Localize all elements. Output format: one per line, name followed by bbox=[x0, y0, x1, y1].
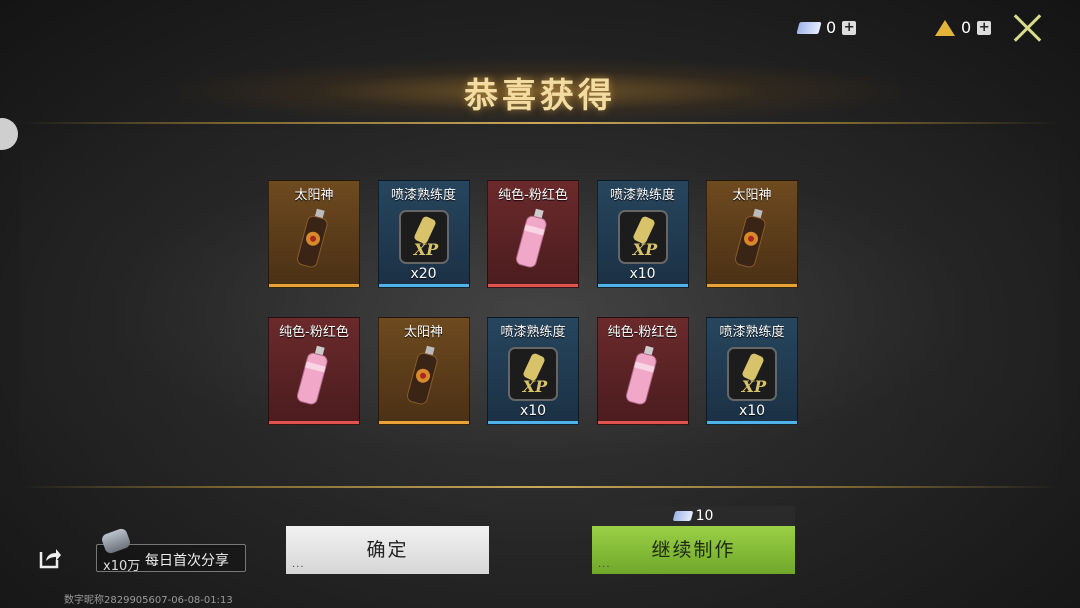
share-icon[interactable] bbox=[38, 546, 62, 570]
reward-qty: x20 bbox=[410, 266, 437, 282]
ticket-count: 0 bbox=[826, 18, 837, 37]
reward-qty: x10 bbox=[738, 403, 766, 419]
rarity-bar bbox=[378, 284, 469, 287]
svg-text:XP: XP bbox=[522, 377, 548, 396]
rarity-bar bbox=[597, 421, 688, 424]
daily-share-button[interactable]: x10万 每日首次分享 bbox=[96, 527, 246, 574]
add-ticket-button[interactable]: + bbox=[842, 20, 857, 35]
reward-name: 喷漆熟练度 bbox=[719, 325, 785, 340]
reward-card[interactable]: 喷漆熟练度 XP x10 bbox=[706, 317, 798, 425]
footer-note: 数字昵称2829905607-06-08-01:13 bbox=[64, 595, 233, 606]
reward-card[interactable]: 纯色-粉红色 bbox=[596, 317, 689, 425]
reward-card[interactable]: 纯色-粉红色 bbox=[487, 180, 579, 288]
confirm-dots: ... bbox=[292, 559, 305, 570]
rarity-bar bbox=[488, 284, 578, 287]
ticket-currency: 0 + bbox=[796, 18, 857, 37]
reward-card[interactable]: 太阳神 bbox=[268, 180, 360, 288]
rarity-bar bbox=[597, 284, 688, 287]
spray-can-icon bbox=[289, 207, 339, 275]
reward-qty: x10 bbox=[629, 266, 656, 282]
ticket-icon bbox=[796, 21, 822, 34]
reward-name: 纯色-粉红色 bbox=[498, 188, 568, 203]
reward-card[interactable]: 太阳神 bbox=[706, 180, 798, 288]
spray-can-icon bbox=[508, 207, 558, 275]
reward-card[interactable]: 纯色-粉红色 bbox=[268, 317, 360, 425]
reward-name: 纯色-粉红色 bbox=[607, 325, 678, 340]
spray-can-icon bbox=[289, 344, 339, 412]
spray-can-icon bbox=[100, 527, 132, 555]
reward-card[interactable]: 太阳神 bbox=[377, 317, 470, 425]
reward-name: 喷漆熟练度 bbox=[609, 188, 675, 203]
reward-name: 喷漆熟练度 bbox=[500, 325, 566, 340]
add-gold-button[interactable]: + bbox=[977, 20, 992, 35]
rarity-bar bbox=[707, 284, 797, 287]
share-amount: x10万 bbox=[103, 559, 141, 574]
continue-label: 继续制作 bbox=[651, 539, 736, 561]
continue-cost-value: 10 bbox=[695, 508, 714, 524]
xp-icon: XP bbox=[613, 207, 673, 271]
gold-count: 0 bbox=[961, 18, 972, 37]
rarity-bar bbox=[378, 421, 469, 424]
spray-can-icon bbox=[399, 344, 449, 412]
reward-card[interactable]: 喷漆熟练度 XP x20 bbox=[377, 180, 470, 288]
divider-top bbox=[20, 122, 1060, 124]
continue-cost: 10 bbox=[592, 506, 795, 526]
reward-name: 太阳神 bbox=[732, 188, 772, 203]
page-title: 恭喜获得 bbox=[464, 76, 616, 116]
continue-craft-button[interactable]: 继续制作 ... bbox=[592, 526, 795, 574]
reward-card[interactable]: 喷漆熟练度 XP x10 bbox=[596, 180, 689, 288]
svg-text:XP: XP bbox=[741, 377, 767, 396]
close-icon[interactable] bbox=[1012, 12, 1044, 44]
divider-bottom bbox=[20, 486, 1060, 488]
ticket-icon bbox=[672, 511, 693, 521]
top-bar: 0 + 0 + bbox=[0, 0, 1080, 60]
svg-text:XP: XP bbox=[631, 240, 657, 259]
continue-dots: ... bbox=[598, 559, 611, 570]
rarity-bar bbox=[707, 421, 797, 424]
spray-can-icon bbox=[727, 207, 777, 275]
reward-card[interactable]: 喷漆熟练度 XP x10 bbox=[487, 317, 579, 425]
confirm-label: 确定 bbox=[366, 539, 409, 561]
rarity-bar bbox=[269, 421, 359, 424]
svg-text:XP: XP bbox=[412, 240, 438, 259]
gold-currency: 0 + bbox=[935, 18, 992, 37]
rarity-bar bbox=[269, 284, 359, 287]
xp-icon: XP bbox=[394, 207, 454, 271]
xp-icon: XP bbox=[503, 344, 563, 408]
spray-can-icon bbox=[618, 344, 668, 412]
reward-qty: x10 bbox=[519, 403, 547, 419]
triangle-currency-icon bbox=[935, 19, 955, 36]
reward-name: 喷漆熟练度 bbox=[390, 188, 456, 203]
reward-name: 纯色-粉红色 bbox=[279, 325, 349, 340]
xp-icon: XP bbox=[722, 344, 782, 408]
share-label: 每日首次分享 bbox=[145, 553, 229, 569]
side-handle[interactable] bbox=[0, 118, 18, 150]
reward-name: 太阳神 bbox=[403, 325, 443, 340]
confirm-button[interactable]: 确定 ... bbox=[286, 526, 489, 574]
reward-name: 太阳神 bbox=[294, 188, 334, 203]
rarity-bar bbox=[488, 421, 578, 424]
